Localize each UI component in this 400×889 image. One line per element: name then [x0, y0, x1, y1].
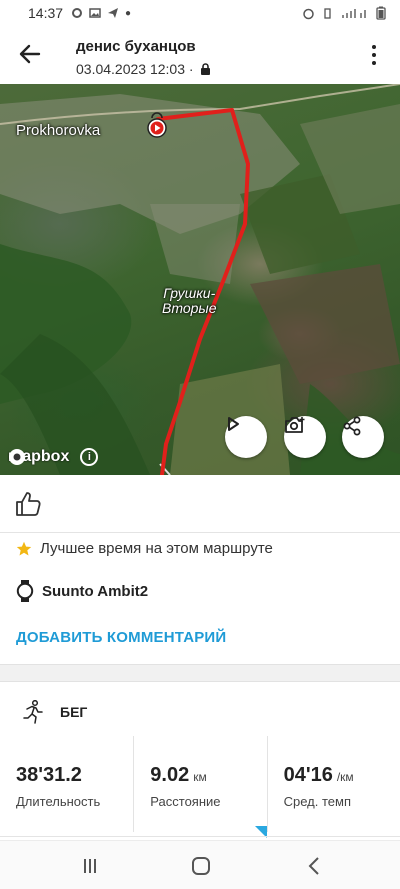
stat-unit: км: [193, 770, 207, 784]
play-icon: [228, 417, 239, 431]
home-button[interactable]: [189, 855, 213, 877]
divider: [0, 532, 400, 533]
dot-icon: ●: [125, 7, 132, 19]
stat-value: 04'16: [283, 764, 333, 786]
device-row: Suunto Ambit2: [16, 580, 148, 602]
stat-label: Сред. темп: [283, 794, 351, 809]
like-button[interactable]: [14, 490, 42, 523]
stat-value: 9.02: [150, 764, 190, 786]
star-icon: [16, 541, 32, 555]
achievement-text: Лучшее время на этом маршруте: [40, 540, 273, 557]
play-route-button[interactable]: [225, 416, 267, 458]
alarm-icon: [303, 8, 314, 19]
stat-unit: /км: [336, 770, 354, 784]
map-city-label: Prokhorovka: [16, 122, 101, 139]
back-button[interactable]: [14, 38, 46, 70]
sport-label: БЕГ: [60, 704, 88, 720]
settings-notif-icon: [72, 8, 83, 18]
chevron-left-icon: [308, 857, 319, 875]
stat-distance[interactable]: 9.02 км Расстояние: [133, 736, 267, 838]
section-separator: [0, 664, 400, 682]
divider: [0, 836, 400, 837]
info-icon[interactable]: i: [80, 448, 99, 466]
mapbox-attribution[interactable]: mapbox i: [8, 448, 99, 466]
stat-duration[interactable]: 38'31.2 Длительность: [0, 736, 133, 832]
status-time: 14:37: [28, 5, 64, 21]
activity-header: денис буханцов 03.04.2023 12:03 ·: [76, 38, 211, 77]
arrow-left-icon: [19, 44, 41, 64]
nav-back-button[interactable]: [302, 855, 326, 877]
thumbs-up-icon: [16, 492, 41, 516]
running-icon: [23, 700, 43, 724]
share-button[interactable]: [342, 416, 384, 458]
system-nav-bar: [0, 840, 400, 889]
app-bar: денис буханцов 03.04.2023 12:03 ·: [0, 30, 400, 82]
watch-icon: [16, 580, 34, 602]
achievement-row: Лучшее время на этом маршруте: [16, 540, 273, 557]
recent-apps-button[interactable]: [78, 855, 102, 877]
home-icon: [192, 857, 210, 875]
stat-value: 38'31.2: [16, 764, 82, 786]
map-terrain: [0, 84, 400, 475]
lock-icon: [200, 63, 210, 75]
signal-icon: [342, 9, 366, 18]
stat-pace[interactable]: 04'16/км Сред. темп: [266, 736, 400, 832]
mapbox-logo-icon: [9, 449, 25, 465]
user-name: денис буханцов: [76, 38, 196, 55]
sport-row: БЕГ: [22, 700, 87, 724]
activity-date: 03.04.2023 12:03 ·: [76, 61, 194, 77]
map-village-label: Грушки- Вторые: [162, 285, 217, 316]
camera-plus-icon: [285, 417, 305, 433]
stats-row: 38'31.2 Длительность 9.02 км Расстояние 0…: [0, 736, 400, 838]
recent-apps-icon: [84, 859, 96, 873]
gallery-notif-icon: [89, 8, 101, 18]
system-icons: [302, 6, 386, 20]
share-icon: [343, 416, 361, 436]
notification-icons: ●: [71, 7, 131, 19]
stat-label: Расстояние: [150, 794, 221, 809]
route-map[interactable]: Prokhorovka Грушки- Вторые mapbox i: [0, 84, 400, 475]
device-name: Suunto Ambit2: [42, 582, 149, 600]
status-bar: 14:37 ●: [0, 0, 400, 26]
telegram-notif-icon: [108, 8, 119, 18]
activity-date-line: 03.04.2023 12:03 ·: [76, 61, 211, 77]
more-options-button[interactable]: [364, 42, 384, 68]
battery-icon: [376, 6, 386, 20]
add-comment-button[interactable]: ДОБАВИТЬ КОММЕНТАРИЙ: [16, 629, 226, 646]
stat-label: Длительность: [16, 794, 101, 809]
add-photo-button[interactable]: [284, 416, 326, 458]
vibrate-icon: [324, 7, 331, 19]
